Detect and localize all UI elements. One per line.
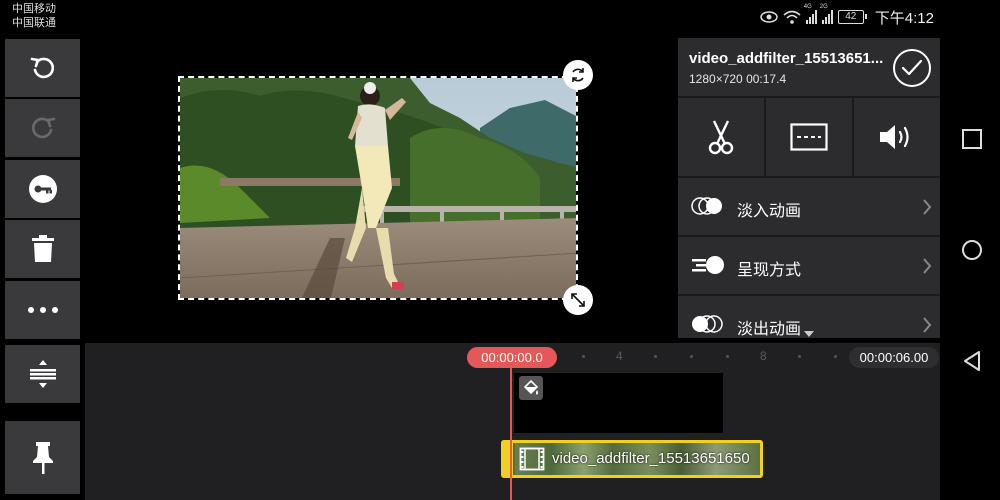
menu-row-display-mode[interactable]: 呈现方式 — [678, 237, 940, 294]
wifi-icon — [783, 10, 801, 24]
menu-row-fade-in[interactable]: 淡入动画 — [678, 178, 940, 235]
more-button[interactable] — [5, 281, 80, 339]
menu-label-display-mode: 呈现方式 — [737, 262, 802, 279]
system-nav-bar — [944, 36, 1000, 500]
clip-info-header: video_addfilter_15513651... 1280×720 00:… — [678, 38, 940, 96]
redo-button[interactable] — [5, 99, 80, 157]
layer-arrange-icon — [29, 360, 56, 388]
fade-out-icon — [692, 315, 723, 333]
split-button[interactable] — [678, 98, 764, 176]
current-time-badge: 00:00:00.0 — [467, 347, 557, 368]
carrier-2-label: 中国联通 — [12, 17, 56, 29]
ruler-tick — [582, 355, 585, 358]
menu-label-fade-out: 淡出动画 — [737, 321, 802, 338]
carrier-1-label: 中国移动 — [12, 3, 56, 15]
rotate-handle[interactable] — [563, 60, 593, 90]
signal-2-icon: 2G — [820, 4, 833, 24]
clip-duration: 00:17.4 — [746, 72, 787, 86]
playhead[interactable] — [510, 368, 512, 500]
home-icon[interactable] — [961, 239, 983, 261]
signal-1-icon: 4G — [804, 4, 817, 24]
signal-1-tag: 4G — [803, 4, 812, 10]
rotate-icon — [572, 68, 584, 82]
background-fill-button[interactable] — [519, 376, 543, 400]
resize-icon — [571, 293, 585, 307]
video-clip-label: video_addfilter_15513651650 — [552, 450, 750, 467]
status-bar: 中国移动 中国联通 4G 2G 42 下午4:12 — [0, 0, 1000, 36]
background-track[interactable] — [514, 373, 723, 433]
trim-frame-button[interactable] — [766, 98, 852, 176]
split-frame-icon — [790, 123, 828, 151]
scissors-icon — [708, 120, 734, 155]
film-strip-icon — [519, 447, 545, 471]
clip-meta: 1280×720 00:17.4 — [689, 72, 786, 86]
undo-icon — [30, 57, 54, 79]
redo-icon — [31, 117, 55, 139]
pin-icon — [32, 441, 53, 474]
video-frame-image — [180, 78, 576, 298]
total-time-badge: 00:00:06.00 — [849, 347, 939, 368]
delete-button[interactable] — [5, 220, 80, 278]
video-preview[interactable] — [85, 38, 673, 338]
ruler-tick — [798, 355, 801, 358]
volume-icon — [880, 125, 909, 149]
keyframe-button[interactable] — [5, 160, 80, 218]
menu-label-fade-in: 淡入动画 — [737, 203, 802, 220]
back-icon[interactable] — [961, 350, 983, 372]
resize-handle[interactable] — [563, 285, 593, 315]
layer-arrange-button[interactable] — [5, 345, 80, 403]
ruler-tick — [654, 355, 657, 358]
ruler-tick — [834, 355, 837, 358]
more-dots-icon — [27, 307, 58, 313]
chevron-right-icon — [923, 317, 932, 333]
status-indicators: 4G 2G 42 下午4:12 — [760, 4, 934, 27]
trash-icon — [31, 235, 54, 262]
fade-in-icon — [691, 197, 722, 215]
ruler-tick — [690, 355, 693, 358]
battery-icon: 42 — [837, 10, 867, 24]
undo-button[interactable] — [5, 39, 80, 97]
ruler-label-8: 8 — [760, 349, 767, 363]
chevron-right-icon — [923, 199, 932, 215]
ruler-tick — [726, 355, 729, 358]
ruler-label-4: 4 — [616, 349, 623, 363]
paint-bucket-icon — [523, 379, 539, 395]
clip-resolution: 1280×720 — [689, 72, 743, 86]
keyframe-key-icon — [28, 175, 57, 203]
check-icon — [901, 59, 923, 76]
status-clock: 下午4:12 — [874, 9, 934, 27]
pin-button[interactable] — [5, 421, 80, 494]
motion-icon — [692, 256, 724, 274]
clip-properties-panel: video_addfilter_15513651... 1280×720 00:… — [678, 38, 940, 338]
eye-icon — [760, 11, 778, 23]
scroll-indicator-icon — [804, 331, 814, 337]
volume-button[interactable] — [854, 98, 940, 176]
signal-2-tag: 2G — [819, 4, 828, 10]
chevron-right-icon — [923, 258, 932, 274]
recent-apps-icon[interactable] — [961, 128, 983, 150]
confirm-button[interactable] — [893, 49, 931, 87]
video-frame[interactable] — [178, 76, 578, 300]
clip-file-name: video_addfilter_15513651... — [689, 50, 884, 67]
